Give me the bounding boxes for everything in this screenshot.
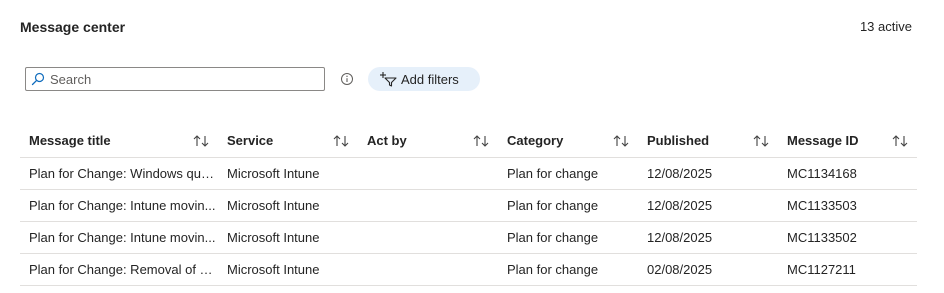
cell-category: Plan for change	[498, 221, 638, 254]
cell-published: 12/08/2025	[638, 221, 778, 254]
cell-act-by	[358, 157, 498, 190]
add-filter-icon	[379, 71, 397, 87]
cell-message-title[interactable]: Plan for Change: Windows qua...	[20, 157, 218, 190]
column-header-service[interactable]: Service	[218, 124, 358, 158]
cell-message-title[interactable]: Plan for Change: Removal of M...	[20, 253, 218, 286]
cell-message-id: MC1133503	[778, 189, 917, 222]
column-header-label: Message title	[29, 132, 111, 148]
column-header-message-title[interactable]: Message title	[20, 124, 218, 158]
column-header-label: Category	[507, 132, 564, 148]
sort-arrows-icon[interactable]	[472, 134, 490, 148]
cell-act-by	[358, 221, 498, 254]
column-header-published[interactable]: Published	[638, 124, 778, 158]
column-header-category[interactable]: Category	[498, 124, 638, 158]
sort-arrows-icon[interactable]	[332, 134, 350, 148]
column-header-act-by[interactable]: Act by	[358, 124, 498, 158]
cell-message-id: MC1134168	[778, 157, 917, 190]
cell-message-id: MC1133502	[778, 221, 917, 254]
cell-service: Microsoft Intune	[218, 157, 358, 190]
column-header-label: Published	[647, 132, 710, 148]
page-title: Message center	[20, 19, 126, 35]
table-row[interactable]: Plan for Change: Windows qua... Microsof…	[20, 157, 917, 190]
column-header-label: Act by	[367, 132, 407, 148]
cell-category: Plan for change	[498, 189, 638, 222]
cell-category: Plan for change	[498, 253, 638, 286]
add-filters-label: Add filters	[401, 71, 459, 87]
column-header-label: Service	[227, 132, 274, 148]
table-row[interactable]: Plan for Change: Intune movin... Microso…	[20, 221, 917, 254]
table-row[interactable]: Plan for Change: Removal of M... Microso…	[20, 253, 917, 286]
cell-service: Microsoft Intune	[218, 253, 358, 286]
column-header-message-id[interactable]: Message ID	[778, 124, 917, 158]
page-header: Message center 13 active	[20, 19, 912, 39]
cell-published: 02/08/2025	[638, 253, 778, 286]
cell-service: Microsoft Intune	[218, 189, 358, 222]
sort-arrows-icon[interactable]	[192, 134, 210, 148]
add-filters-button[interactable]: Add filters	[368, 67, 480, 91]
cell-published: 12/08/2025	[638, 157, 778, 190]
cell-message-title[interactable]: Plan for Change: Intune movin...	[20, 221, 218, 254]
cell-service: Microsoft Intune	[218, 221, 358, 254]
sort-arrows-icon[interactable]	[612, 134, 630, 148]
table-row[interactable]: Plan for Change: Intune movin... Microso…	[20, 189, 917, 222]
cell-message-title[interactable]: Plan for Change: Intune movin...	[20, 189, 218, 222]
column-header-label: Message ID	[787, 132, 859, 148]
table-header-row: Message title Service Act by Category Pu…	[20, 124, 917, 158]
cell-message-id: MC1127211	[778, 253, 917, 286]
search-box[interactable]	[25, 67, 325, 91]
sort-arrows-icon[interactable]	[752, 134, 770, 148]
messages-table: Message title Service Act by Category Pu…	[20, 124, 917, 286]
sort-arrows-icon[interactable]	[891, 134, 909, 148]
search-icon	[30, 71, 46, 87]
cell-act-by	[358, 189, 498, 222]
info-icon[interactable]	[340, 72, 354, 86]
cell-category: Plan for change	[498, 157, 638, 190]
cell-published: 12/08/2025	[638, 189, 778, 222]
active-count: 13 active	[859, 19, 912, 34]
search-input[interactable]	[50, 71, 310, 87]
cell-act-by	[358, 253, 498, 286]
